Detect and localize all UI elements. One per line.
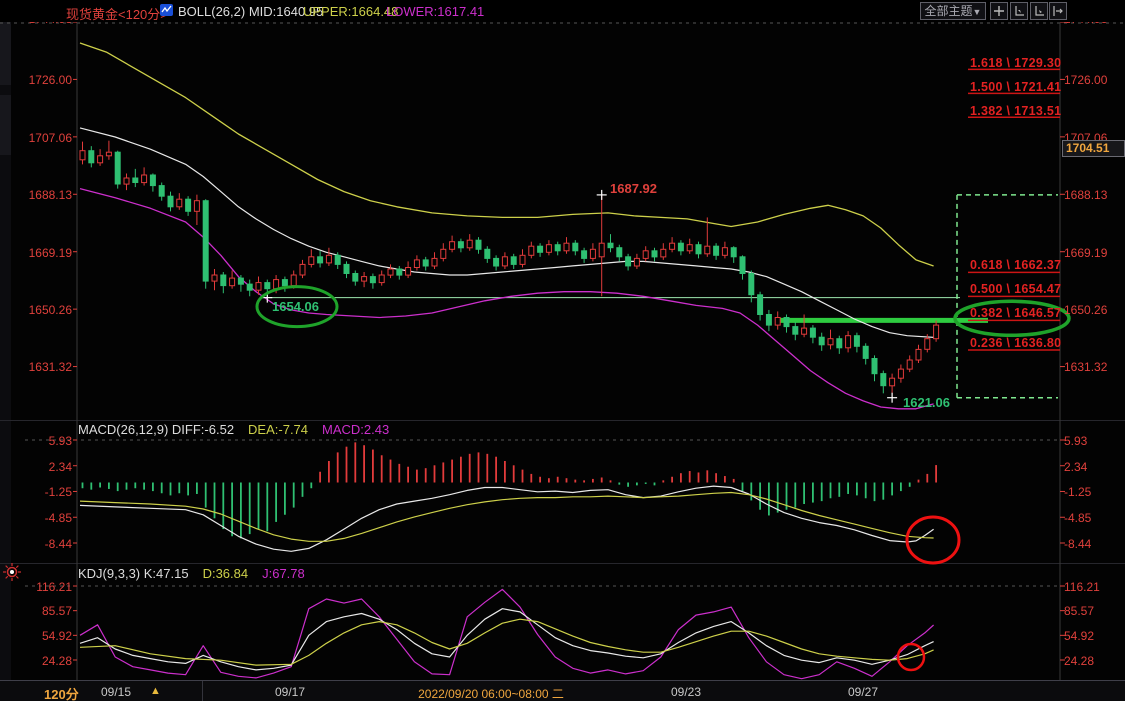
current-session-label: 2022/09/20 06:00~08:00 二 bbox=[418, 685, 564, 701]
date-label: 09/23 bbox=[671, 685, 701, 699]
kdj-j-value: J:67.78 bbox=[262, 566, 305, 581]
date-label: 09/15 bbox=[101, 685, 131, 699]
date-label: 09/27 bbox=[848, 685, 878, 699]
chevron-down-icon: ▼ bbox=[973, 7, 982, 17]
fib-retracement-label: 0.236 \ 1636.80 bbox=[970, 336, 1061, 350]
kdj-header: KDJ(9,3,3) K:47.15 D:36.84 J:67.78 bbox=[78, 566, 319, 581]
kdj-d-value: D:36.84 bbox=[203, 566, 249, 581]
theme-dropdown-button[interactable]: 全部主题▼ bbox=[920, 2, 986, 20]
macd-axis-label: -4.85 bbox=[1064, 511, 1091, 525]
swing-low-label: 1654.06 bbox=[272, 299, 319, 314]
price-axis-label: 1631.32 bbox=[1064, 360, 1107, 374]
expand-arrow-icon: ▲ bbox=[150, 685, 161, 697]
price-axis-label: 1726.00 bbox=[1064, 73, 1107, 87]
price-axis-label: 1650.26 bbox=[26, 303, 72, 317]
price-axis-label: 1631.32 bbox=[26, 360, 72, 374]
chart-canvas[interactable] bbox=[0, 0, 1125, 701]
price-axis-label: 1669.19 bbox=[26, 246, 72, 260]
spike-high-label: 1687.92 bbox=[610, 181, 657, 196]
price-axis-label: 1688.13 bbox=[1064, 188, 1107, 202]
kdj-axis-label: 24.28 bbox=[26, 654, 72, 668]
price-axis-label: 1650.26 bbox=[1064, 303, 1107, 317]
chart-icon bbox=[160, 3, 174, 20]
macd-diff-value: MACD(26,12,9) DIFF:-6.52 bbox=[78, 422, 234, 437]
price-axis-label: 1707.06 bbox=[26, 131, 72, 145]
macd-header: MACD(26,12,9) DIFF:-6.52 DEA:-7.74 MACD:2.… bbox=[78, 422, 403, 437]
fib-extension-label: 1.382 \ 1713.51 bbox=[970, 104, 1061, 118]
fib-extension-label: 1.618 \ 1729.30 bbox=[970, 56, 1061, 70]
macd-dea-value: DEA:-7.74 bbox=[248, 422, 308, 437]
period-label: 120分 bbox=[44, 684, 79, 701]
boll-mid-value: BOLL(26,2) MID:1640.95 bbox=[178, 4, 323, 19]
price-axis-label: 1688.13 bbox=[26, 188, 72, 202]
axis-scale-right-button[interactable] bbox=[1030, 2, 1048, 20]
kdj-axis-label: 116.21 bbox=[26, 580, 72, 594]
crosshair-tool-button[interactable] bbox=[990, 2, 1008, 20]
macd-axis-label: -1.25 bbox=[1064, 485, 1091, 499]
fib-extension-label: 1.500 \ 1721.41 bbox=[970, 80, 1061, 94]
bottom-low-label: 1621.06 bbox=[903, 395, 950, 410]
axis-scale-left-button[interactable] bbox=[1010, 2, 1028, 20]
macd-axis-label: 2.34 bbox=[1064, 460, 1087, 474]
macd-axis-label: 2.34 bbox=[26, 460, 72, 474]
top-bar: 现货黄金<120分> BOLL(26,2) MID:1640.95 UPPER:… bbox=[0, 0, 1125, 22]
kdj-axis-label: 24.28 bbox=[1064, 654, 1094, 668]
boll-lower-value: LOWER:1617.41 bbox=[386, 4, 484, 19]
fib-retracement-label: 0.618 \ 1662.37 bbox=[970, 258, 1061, 272]
theme-dropdown-label: 全部主题 bbox=[925, 4, 973, 18]
macd-axis-label: 5.93 bbox=[1064, 434, 1087, 448]
expand-pane-button[interactable] bbox=[1049, 2, 1067, 20]
kdj-axis-label: 85.57 bbox=[26, 604, 72, 618]
time-axis-bar: 120分 ▲ 09/15 09/17 2022/09/20 06:00~08:0… bbox=[0, 680, 1125, 701]
kdj-k-value: KDJ(9,3,3) K:47.15 bbox=[78, 566, 189, 581]
price-tag: 1704.51 bbox=[1062, 140, 1125, 157]
kdj-axis-label: 85.57 bbox=[1064, 604, 1094, 618]
kdj-axis-label: 54.92 bbox=[26, 629, 72, 643]
macd-axis-label: -1.25 bbox=[26, 485, 72, 499]
kdj-axis-label: 116.21 bbox=[1064, 580, 1100, 594]
date-label: 09/17 bbox=[275, 685, 305, 699]
macd-value: MACD:2.43 bbox=[322, 422, 389, 437]
macd-axis-label: 5.93 bbox=[26, 434, 72, 448]
price-axis-label: 1669.19 bbox=[1064, 246, 1107, 260]
trading-terminal: 现货黄金<120分> BOLL(26,2) MID:1640.95 UPPER:… bbox=[0, 0, 1125, 701]
price-axis-label: 1726.00 bbox=[26, 73, 72, 87]
fib-retracement-label: 0.382 \ 1646.57 bbox=[970, 306, 1061, 320]
macd-axis-label: -4.85 bbox=[26, 511, 72, 525]
symbol-title: 现货黄金<120分> bbox=[66, 4, 168, 23]
kdj-axis-label: 54.92 bbox=[1064, 629, 1094, 643]
macd-axis-label: -8.44 bbox=[1064, 537, 1091, 551]
macd-axis-label: -8.44 bbox=[26, 537, 72, 551]
fib-retracement-label: 0.500 \ 1654.47 bbox=[970, 282, 1061, 296]
boll-upper-value: UPPER:1664.48 bbox=[303, 4, 398, 19]
